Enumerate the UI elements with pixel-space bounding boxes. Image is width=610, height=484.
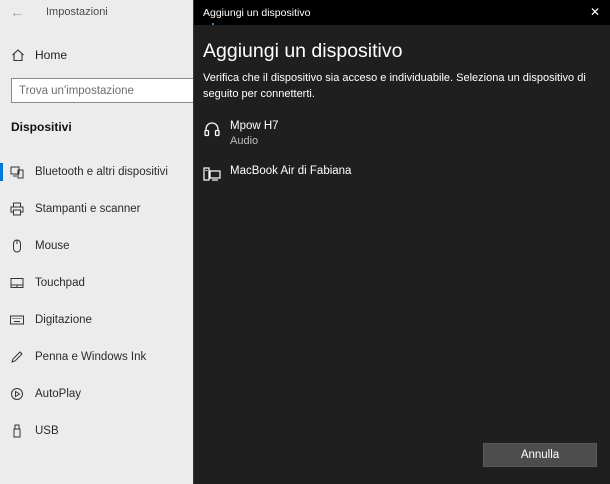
sidebar-item-label: Stampanti e scanner [35,202,141,215]
sidebar-item-usb[interactable]: USB [0,412,192,449]
printer-icon [10,202,24,216]
search-input[interactable] [12,79,210,102]
dialog-titlebar: Aggiungi un dispositivo ✕ [194,0,610,25]
pen-icon [10,350,24,364]
device-item-mpow[interactable]: Mpow H7 Audio [203,120,279,147]
sidebar-item-label: Mouse [35,239,70,252]
device-text: Mpow H7 Audio [230,120,279,147]
sidebar-item-label: Digitazione [35,313,92,326]
computer-icon [203,165,221,183]
sidebar-item-label: Penna e Windows Ink [35,350,147,363]
home-link[interactable]: Home [10,46,67,64]
sidebar-item-touchpad[interactable]: Touchpad [0,264,192,301]
sidebar-item-label: Bluetooth e altri dispositivi [35,165,168,178]
device-name: MacBook Air di Fabiana [230,165,352,177]
sidebar-item-label: USB [35,424,59,437]
section-title: Dispositivi [11,120,72,134]
usb-icon [10,424,24,438]
mouse-icon [10,239,24,253]
sidebar-item-bluetooth[interactable]: Bluetooth e altri dispositivi [0,153,192,190]
autoplay-icon [10,387,24,401]
touchpad-icon [10,276,24,290]
sidebar-item-mouse[interactable]: Mouse [0,227,192,264]
sidebar-item-autoplay[interactable]: AutoPlay [0,375,192,412]
app-title: Impostazioni [46,6,108,18]
home-icon [10,47,26,63]
device-type: Audio [230,135,259,147]
sidebar-item-pen[interactable]: Penna e Windows Ink [0,338,192,375]
close-icon[interactable]: ✕ [589,6,601,18]
sidebar-item-label: Touchpad [35,276,85,289]
sidebar-nav: Bluetooth e altri dispositivi Stampanti … [0,153,192,449]
sidebar-item-typing[interactable]: Digitazione [0,301,192,338]
add-device-dialog: Aggiungi un dispositivo ✕ Aggiungi un di… [193,0,610,484]
home-label: Home [35,48,68,62]
device-name: Mpow H7 [230,120,279,132]
dialog-description: Verifica che il dispositivo sia acceso e… [203,72,586,100]
device-text: MacBook Air di Fabiana [230,165,351,177]
search-box[interactable] [11,78,211,103]
cancel-button[interactable]: Annulla [483,443,597,467]
dialog-window-title: Aggiungi un dispositivo [203,7,311,19]
dialog-heading: Aggiungi un dispositivo [203,40,403,62]
sidebar-item-printers[interactable]: Stampanti e scanner [0,190,192,227]
headphones-icon [203,120,221,138]
sidebar-item-label: AutoPlay [35,387,82,400]
device-item-macbook[interactable]: MacBook Air di Fabiana [203,165,351,183]
back-arrow-icon[interactable]: ← [10,4,28,20]
bluetooth-devices-icon [10,165,24,179]
focus-indicator [212,23,214,25]
keyboard-icon [10,313,24,327]
